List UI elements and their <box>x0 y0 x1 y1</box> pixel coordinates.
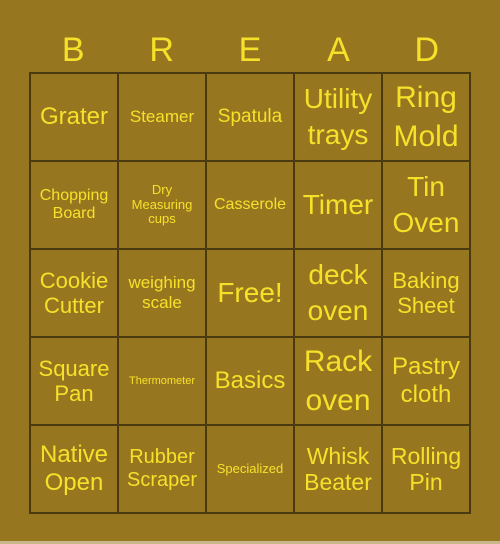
bingo-cell[interactable]: Native Open <box>30 425 118 513</box>
bingo-cell[interactable]: Tin Oven <box>382 161 470 249</box>
bingo-cell[interactable]: Baking Sheet <box>382 249 470 337</box>
bingo-cell[interactable]: Dry Measuring cups <box>118 161 206 249</box>
bingo-cell[interactable]: Whisk Beater <box>294 425 382 513</box>
bingo-cell[interactable]: Casserole <box>206 161 294 249</box>
bingo-cell[interactable]: Pastry cloth <box>382 337 470 425</box>
bingo-cell[interactable]: Thermometer <box>118 337 206 425</box>
free-space-cell[interactable]: Free! <box>206 249 294 337</box>
bingo-cell[interactable]: Chopping Board <box>30 161 118 249</box>
bingo-cell[interactable]: Steamer <box>118 73 206 161</box>
header-letter-b: B <box>61 31 85 69</box>
bingo-cell[interactable]: Utility trays <box>294 73 382 161</box>
bingo-cell[interactable]: Specialized <box>206 425 294 513</box>
bingo-cell[interactable]: Rack oven <box>294 337 382 425</box>
header-letter-r: R <box>149 31 174 69</box>
bingo-cell[interactable]: Ring Mold <box>382 73 470 161</box>
header-letter-a: A <box>327 31 350 69</box>
bingo-cell[interactable]: Basics <box>206 337 294 425</box>
bingo-cell[interactable]: Spatula <box>206 73 294 161</box>
bingo-cell[interactable]: Cookie Cutter <box>30 249 118 337</box>
header-letter-e: E <box>238 31 262 69</box>
bingo-cell[interactable]: Rolling Pin <box>382 425 470 513</box>
bingo-cell[interactable]: Grater <box>30 73 118 161</box>
bingo-cell[interactable]: Rubber Scraper <box>118 425 206 513</box>
bingo-cell[interactable]: deck oven <box>294 249 382 337</box>
bingo-header: B R E A D <box>29 28 471 72</box>
bingo-grid: Grater Steamer Spatula Utility trays Rin… <box>29 72 471 514</box>
bingo-cell[interactable]: Square Pan <box>30 337 118 425</box>
bingo-cell[interactable]: weighing scale <box>118 249 206 337</box>
header-letter-d: D <box>414 31 440 69</box>
bingo-cell[interactable]: Timer <box>294 161 382 249</box>
